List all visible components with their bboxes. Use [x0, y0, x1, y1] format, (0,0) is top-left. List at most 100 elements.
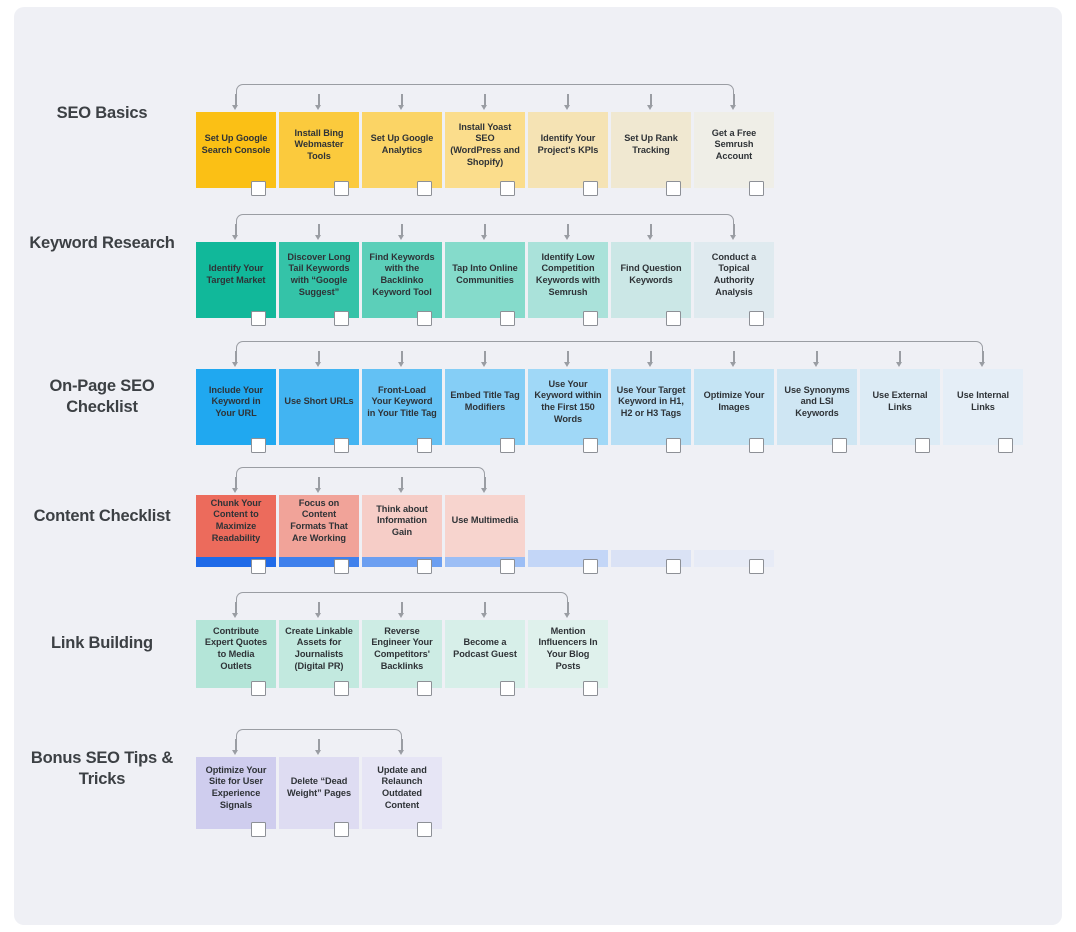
- card-keyword-research-4[interactable]: Identify Low Competition Keywords with S…: [528, 242, 608, 318]
- card-on-page-seo-checklist-2[interactable]: Front-Load Your Keyword in Your Title Ta…: [362, 369, 442, 445]
- card-on-page-seo-checklist-6[interactable]: Optimize Your Images: [694, 369, 774, 445]
- checkbox[interactable]: [583, 311, 598, 326]
- connector-arrow-icon: [315, 613, 322, 618]
- checkbox[interactable]: [749, 559, 764, 574]
- checkbox[interactable]: [334, 822, 349, 837]
- connector-arrow-icon: [232, 750, 239, 755]
- checkbox[interactable]: [998, 438, 1013, 453]
- checkbox[interactable]: [583, 438, 598, 453]
- card-bonus-seo-tips-tricks-1[interactable]: Delete “Dead Weight” Pages: [279, 757, 359, 829]
- card-content-checklist-2[interactable]: Think about Information Gain: [362, 495, 442, 557]
- checkbox[interactable]: [417, 438, 432, 453]
- card-on-page-seo-checklist-8[interactable]: Use External Links: [860, 369, 940, 445]
- card-seo-basics-0[interactable]: Set Up Google Search Console: [196, 112, 276, 188]
- card-seo-basics-6[interactable]: Get a Free Semrush Account: [694, 112, 774, 188]
- checkbox[interactable]: [500, 559, 515, 574]
- connector-bus-on-page-seo-checklist: [236, 341, 983, 352]
- card-seo-basics-5[interactable]: Set Up Rank Tracking: [611, 112, 691, 188]
- checkbox[interactable]: [251, 438, 266, 453]
- card-seo-basics-4[interactable]: Identify Your Project's KPIs: [528, 112, 608, 188]
- checkbox[interactable]: [417, 559, 432, 574]
- card-seo-basics-3[interactable]: Install Yoast SEO (WordPress and Shopify…: [445, 112, 525, 188]
- card-keyword-research-6[interactable]: Conduct a Topical Authority Analysis: [694, 242, 774, 318]
- card-label: Identify Your Target Market: [206, 263, 266, 285]
- card-bonus-seo-tips-tricks-2[interactable]: Update and Relaunch Outdated Content: [362, 757, 442, 829]
- row-label-bonus-seo-tips-tricks: Bonus SEO Tips & Tricks: [30, 749, 174, 788]
- checkbox[interactable]: [251, 681, 266, 696]
- checkbox[interactable]: [666, 559, 681, 574]
- checkbox[interactable]: [334, 438, 349, 453]
- card-link-building-2[interactable]: Reverse Engineer Your Competitors' Backl…: [362, 620, 442, 688]
- checkbox[interactable]: [251, 822, 266, 837]
- checkbox[interactable]: [417, 181, 432, 196]
- card-content-checklist-1[interactable]: Focus on Content Formats That Are Workin…: [279, 495, 359, 557]
- checkbox[interactable]: [749, 311, 764, 326]
- card-on-page-seo-checklist-7[interactable]: Use Synonyms and LSI Keywords: [777, 369, 857, 445]
- card-link-building-1[interactable]: Create Linkable Assets for Journalists (…: [279, 620, 359, 688]
- card-keyword-research-5[interactable]: Find Question Keywords: [611, 242, 691, 318]
- card-label: Use Your Target Keyword in H1, H2 or H3 …: [616, 384, 686, 418]
- card-label: Contribute Expert Quotes to Media Outlet…: [204, 625, 268, 671]
- card-label: Use Your Keyword within the First 150 Wo…: [534, 378, 602, 424]
- checkbox[interactable]: [417, 311, 432, 326]
- checkbox[interactable]: [500, 181, 515, 196]
- checkbox[interactable]: [500, 311, 515, 326]
- checkbox[interactable]: [749, 438, 764, 453]
- checkbox[interactable]: [251, 181, 266, 196]
- connector-arrow-icon: [398, 235, 405, 240]
- checkbox[interactable]: [500, 438, 515, 453]
- checkbox[interactable]: [334, 559, 349, 574]
- checkbox[interactable]: [666, 181, 681, 196]
- card-label: Optimize Your Site for User Experience S…: [205, 764, 267, 810]
- card-on-page-seo-checklist-0[interactable]: Include Your Keyword in Your URL: [196, 369, 276, 445]
- card-label: Use Short URLs: [284, 396, 354, 407]
- checkbox[interactable]: [583, 181, 598, 196]
- card-seo-basics-2[interactable]: Set Up Google Analytics: [362, 112, 442, 188]
- card-link-building-4[interactable]: Mention Influencers In Your Blog Posts: [528, 620, 608, 688]
- checkbox[interactable]: [251, 311, 266, 326]
- card-keyword-research-0[interactable]: Identify Your Target Market: [196, 242, 276, 318]
- checkbox[interactable]: [583, 559, 598, 574]
- card-content-checklist-0[interactable]: Chunk Your Content to Maximize Readabili…: [196, 495, 276, 557]
- connector-arrow-icon: [315, 235, 322, 240]
- checkbox[interactable]: [500, 681, 515, 696]
- checkbox[interactable]: [915, 438, 930, 453]
- card-link-building-3[interactable]: Become a Podcast Guest: [445, 620, 525, 688]
- card-content-checklist-3[interactable]: Use Multimedia: [445, 495, 525, 557]
- checkbox[interactable]: [334, 311, 349, 326]
- card-link-building-0[interactable]: Contribute Expert Quotes to Media Outlet…: [196, 620, 276, 688]
- checkbox[interactable]: [583, 681, 598, 696]
- card-bonus-seo-tips-tricks-0[interactable]: Optimize Your Site for User Experience S…: [196, 757, 276, 829]
- checkbox[interactable]: [749, 181, 764, 196]
- connector-arrow-icon: [315, 488, 322, 493]
- card-on-page-seo-checklist-3[interactable]: Embed Title Tag Modifiers: [445, 369, 525, 445]
- connector-arrow-icon: [481, 362, 488, 367]
- card-label: Delete “Dead Weight” Pages: [286, 776, 352, 798]
- checkbox[interactable]: [666, 438, 681, 453]
- card-keyword-research-3[interactable]: Tap Into Online Communities: [445, 242, 525, 318]
- card-label: Set Up Google Search Console: [201, 133, 271, 155]
- card-on-page-seo-checklist-4[interactable]: Use Your Keyword within the First 150 Wo…: [528, 369, 608, 445]
- checkbox[interactable]: [334, 181, 349, 196]
- card-label: Include Your Keyword in Your URL: [208, 384, 264, 418]
- card-on-page-seo-checklist-1[interactable]: Use Short URLs: [279, 369, 359, 445]
- checkbox[interactable]: [417, 822, 432, 837]
- card-on-page-seo-checklist-5[interactable]: Use Your Target Keyword in H1, H2 or H3 …: [611, 369, 691, 445]
- checkbox[interactable]: [417, 681, 432, 696]
- connector-arrow-icon: [398, 362, 405, 367]
- card-label: Focus on Content Formats That Are Workin…: [290, 497, 348, 543]
- connector-arrow-icon: [398, 750, 405, 755]
- checkbox[interactable]: [666, 311, 681, 326]
- checkbox[interactable]: [832, 438, 847, 453]
- card-label: Find Keywords with the Backlinko Keyword…: [369, 251, 435, 297]
- connector-arrow-icon: [647, 105, 654, 110]
- checkbox[interactable]: [251, 559, 266, 574]
- card-keyword-research-1[interactable]: Discover Long Tail Keywords with “Google…: [279, 242, 359, 318]
- card-on-page-seo-checklist-9[interactable]: Use Internal Links: [943, 369, 1023, 445]
- connector-arrow-icon: [232, 105, 239, 110]
- card-seo-basics-1[interactable]: Install Bing Webmaster Tools: [279, 112, 359, 188]
- card-keyword-research-2[interactable]: Find Keywords with the Backlinko Keyword…: [362, 242, 442, 318]
- card-label: Chunk Your Content to Maximize Readabili…: [210, 497, 262, 543]
- checkbox[interactable]: [334, 681, 349, 696]
- card-label: Install Yoast SEO (WordPress and Shopify…: [450, 121, 520, 167]
